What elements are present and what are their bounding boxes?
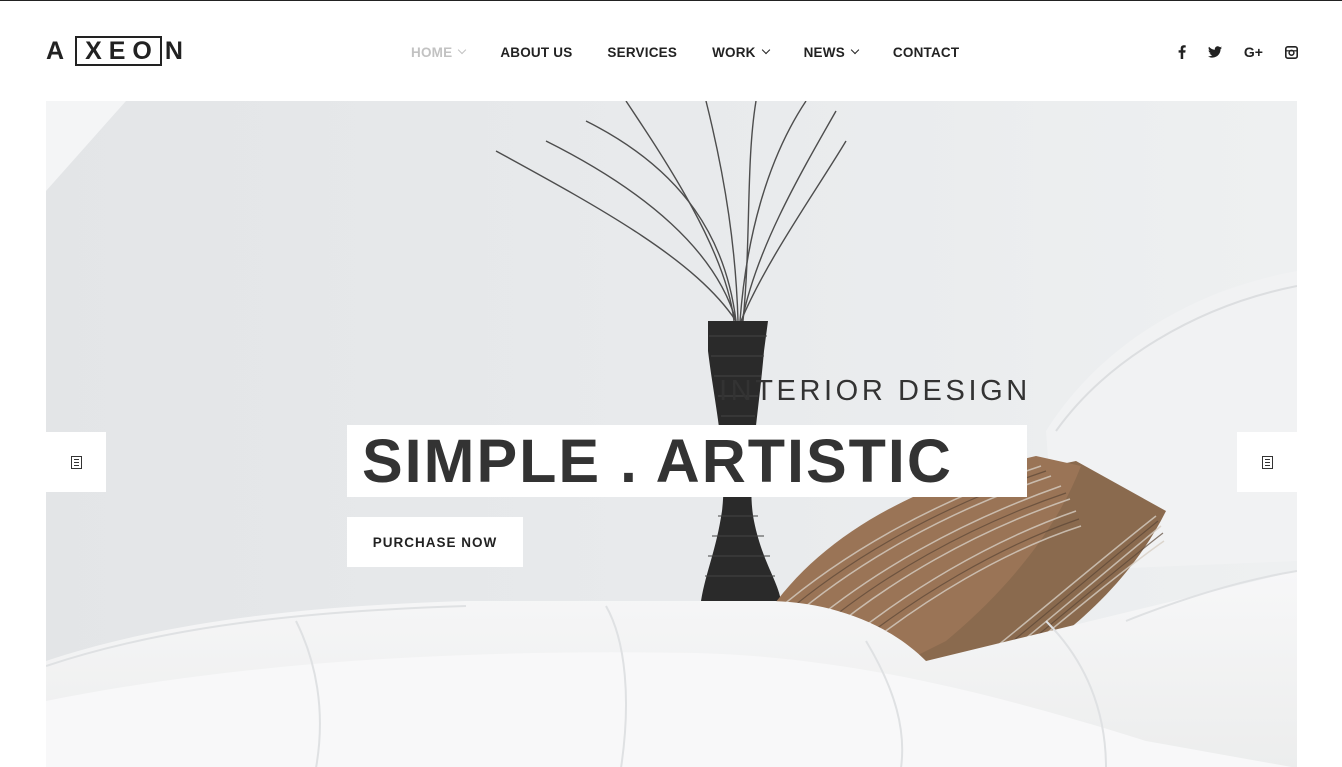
logo-letter-n: N: [164, 36, 190, 65]
site-header: A XEO N HOME ABOUT US SERVICES WORK NEWS…: [0, 1, 1342, 101]
google-plus-icon[interactable]: G+: [1244, 43, 1263, 61]
main-nav: HOME ABOUT US SERVICES WORK NEWS CONTACT: [411, 43, 994, 61]
nav-item-label: NEWS: [803, 44, 845, 60]
nav-item-label: WORK: [712, 44, 756, 60]
slider-prev-button[interactable]: [46, 432, 106, 492]
logo[interactable]: A XEO N: [46, 35, 190, 67]
chevron-down-icon: [761, 45, 770, 55]
nav-item-label: HOME: [411, 44, 453, 60]
nav-item-label: SERVICES: [607, 44, 678, 60]
logo-letter-a: A: [46, 36, 72, 65]
hero-slider: INTERIOR DESIGN SIMPLE . ARTISTIC PURCHA…: [46, 101, 1297, 767]
hero-eyebrow: INTERIOR DESIGN: [719, 375, 1031, 407]
slider-next-button[interactable]: [1237, 432, 1297, 492]
nav-item-label: ABOUT US: [500, 44, 573, 60]
nav-item-home[interactable]: HOME: [411, 44, 467, 60]
twitter-icon[interactable]: [1207, 43, 1222, 61]
logo-boxed-letters: XEO: [75, 36, 162, 66]
facebook-icon[interactable]: [1178, 43, 1186, 61]
nav-item-services[interactable]: SERVICES: [607, 45, 677, 60]
chevron-down-icon: [458, 45, 467, 55]
nav-item-news[interactable]: NEWS: [803, 44, 860, 60]
nav-item-about-us[interactable]: ABOUT US: [500, 45, 572, 60]
social-links: G+: [1156, 43, 1298, 61]
nav-item-contact[interactable]: CONTACT: [893, 45, 959, 60]
nav-item-label: CONTACT: [892, 44, 960, 60]
instagram-icon[interactable]: [1285, 43, 1298, 61]
slider-prev-icon: [70, 455, 82, 469]
chevron-down-icon: [850, 45, 860, 55]
hero-headline: SIMPLE . ARTISTIC: [362, 427, 953, 495]
nav-item-work[interactable]: WORK: [712, 44, 770, 60]
purchase-now-button[interactable]: PURCHASE NOW: [347, 517, 523, 567]
slider-next-icon: [1261, 455, 1273, 469]
